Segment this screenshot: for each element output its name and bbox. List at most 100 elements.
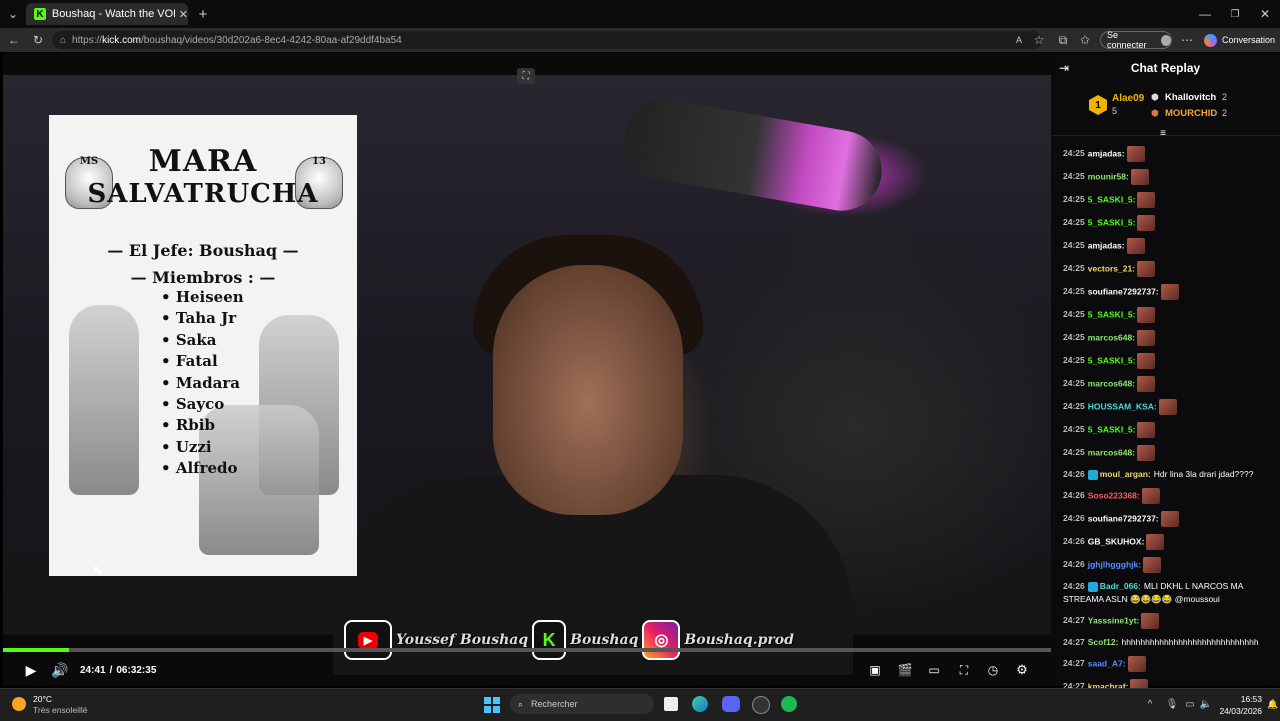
copilot-button[interactable]: Conversation [1204,31,1278,49]
emote-icon [1130,169,1149,185]
network-icon[interactable]: ▭ [1184,697,1196,711]
player-controls: ▶ 🔊 24:41 / 06:32:35 ▣ 🎬 ▭ ⛶ ◷ ⚙ [3,656,1051,686]
rank-1-name[interactable]: Alae09 [1112,93,1144,104]
more-menu-icon[interactable]: ⋯ [1180,33,1194,47]
chat-username[interactable]: marcos648: [1088,378,1135,388]
chat-timestamp: 24:26 [1063,536,1085,547]
current-time: 24:41 [80,664,106,676]
mini-player-icon[interactable]: ▣ [865,656,885,684]
fullscreen-icon[interactable]: ⛶ [954,656,974,684]
chat-username[interactable]: Scof12: [1088,637,1119,647]
microphone-tray-icon[interactable]: 🎙 [1166,697,1179,711]
play-icon[interactable]: ▶ [21,656,41,684]
chat-username[interactable]: 5_SASKI_5: [1088,355,1136,365]
chat-username[interactable]: vectors_21: [1088,263,1135,273]
chat-username[interactable]: HOUSSAM_KSA: [1088,401,1157,411]
chat-timestamp: 24:26 [1063,581,1085,591]
member: Heiseen [161,287,244,308]
chat-username[interactable]: saad_A7: [1088,658,1126,668]
clip-icon[interactable]: 🎬 [895,656,915,684]
chat-username[interactable]: Yasssine1yt: [1088,615,1140,625]
chat-timestamp: 24:25 [1063,332,1085,343]
settings-gear-icon[interactable]: ⚙ [1012,656,1032,684]
chat-timestamp: 24:25 [1063,401,1085,412]
member: Taha Jr [161,308,244,329]
mouse-cursor-icon: ⬉ [92,562,104,578]
social-banner: ▶ Youssef Boushaq K Boushaq ◎ Boushaq.pr… [344,620,794,660]
tab-close-icon[interactable]: ✕ [179,8,188,21]
emote-icon [1137,307,1156,323]
chat-message: 24:25 amjadas: [1063,238,1275,254]
chat-username[interactable]: soufiane7292737: [1088,513,1159,523]
emote-icon [1137,215,1156,231]
url-field[interactable]: ⌂ https://kick.com/boushaq/videos/30d202… [52,31,1042,49]
expand-leaderboard-icon[interactable]: ≡ [1156,127,1170,139]
chat-message: 24:26 Badr_066: MLI DKHL L NARCOS MA STREA… [1063,580,1275,606]
rank-2-name[interactable]: Khallovitch [1165,92,1216,103]
chat-username[interactable]: mounir58: [1088,171,1129,181]
edge-icon[interactable] [692,696,708,712]
chat-message: 24:26 soufiane7292737: [1063,511,1275,527]
chat-username[interactable]: Badr_066: [1100,581,1141,591]
chat-message: 24:27 saad_A7: [1063,656,1275,672]
reload-icon[interactable]: ↻ [30,32,46,48]
member: Fatal [161,351,244,372]
chat-username[interactable]: Soso223368: [1088,490,1140,500]
rank-3-name[interactable]: MOURCHID [1165,108,1217,119]
spotify-icon[interactable] [781,696,797,712]
chat-timestamp: 24:25 [1063,171,1085,182]
favorite-star-icon[interactable]: ☆ [1032,33,1046,47]
minimize-icon[interactable]: — [1196,5,1214,23]
chat-username[interactable]: marcos648: [1088,447,1135,457]
favorites-icon[interactable]: ✩ [1078,33,1092,47]
subscriber-badge-icon [1087,581,1098,592]
chat-message: 24:26 moul_argan: Hdr lina 3la drari jdad?… [1063,468,1275,481]
seek-bar[interactable] [3,648,1051,652]
tab-menu-chevron-icon[interactable]: ⌄ [4,5,22,23]
theater-mode-icon[interactable]: ▭ [924,656,944,684]
chat-username[interactable]: 5_SASKI_5: [1088,309,1136,319]
notification-bell-icon[interactable]: 🔔 [1267,697,1278,711]
poster-title-1: MARA [148,144,258,179]
chat-username[interactable]: 5_SASKI_5: [1088,217,1136,227]
task-view-icon[interactable] [664,697,678,711]
time-display: 24:41 / 06:32:35 [80,656,156,684]
chat-username[interactable]: 5_SASKI_5: [1088,194,1136,204]
chat-message: 24:25 marcos648: [1063,445,1275,461]
time-separator: / [109,664,113,676]
streamer-head [493,265,683,515]
chat-username[interactable]: amjadas: [1088,240,1125,250]
tray-chevron-icon[interactable]: ^ [1144,697,1156,711]
chat-username[interactable]: moul_argan: [1100,469,1151,479]
kick-favicon-icon: K [34,8,46,20]
clock-time[interactable]: 16:53 [1222,694,1262,704]
chat-message: 24:25 soufiane7292737: [1063,284,1275,300]
read-aloud-icon[interactable]: A [1012,33,1026,47]
collapse-screen-icon[interactable]: ⛶ [517,68,535,84]
chat-username[interactable]: GB_SKUHOX: [1088,536,1145,546]
signin-button[interactable]: Se connecter [1100,30,1172,50]
windows-start-icon[interactable] [484,697,500,713]
taskbar-search[interactable]: ⌕ Rechercher [510,694,654,714]
window-close-icon[interactable]: ✕ [1256,5,1274,23]
site-info-icon[interactable]: ⌂ [60,35,66,46]
browser-tab[interactable]: K Boushaq - Watch the VOD on Kick ✕ [26,3,188,25]
app-icon[interactable] [752,696,770,714]
chat-message: 24:25 5_SASKI_5: [1063,192,1275,208]
restore-icon[interactable]: ❐ [1226,5,1244,23]
back-arrow-icon[interactable]: ← [6,32,22,48]
chat-message: 24:25 mounir58: [1063,169,1275,185]
chat-username[interactable]: marcos648: [1088,332,1135,342]
chat-username[interactable]: soufiane7292737: [1088,286,1159,296]
volume-icon[interactable]: 🔊 [50,656,70,684]
clock-date[interactable]: 24/03/2026 [1210,706,1262,716]
new-tab-plus-icon[interactable]: + [194,5,212,23]
discord-icon[interactable] [722,696,740,712]
playback-speed-icon[interactable]: ◷ [983,656,1003,684]
emote-icon [1141,488,1160,504]
chat-username[interactable]: amjadas: [1088,148,1125,158]
chat-username[interactable]: 5_SASKI_5: [1088,424,1136,434]
extensions-icon[interactable]: ⧉ [1056,33,1070,47]
chat-username[interactable]: jghjlhggghjk: [1088,559,1141,569]
chat-timestamp: 24:25 [1063,355,1085,366]
